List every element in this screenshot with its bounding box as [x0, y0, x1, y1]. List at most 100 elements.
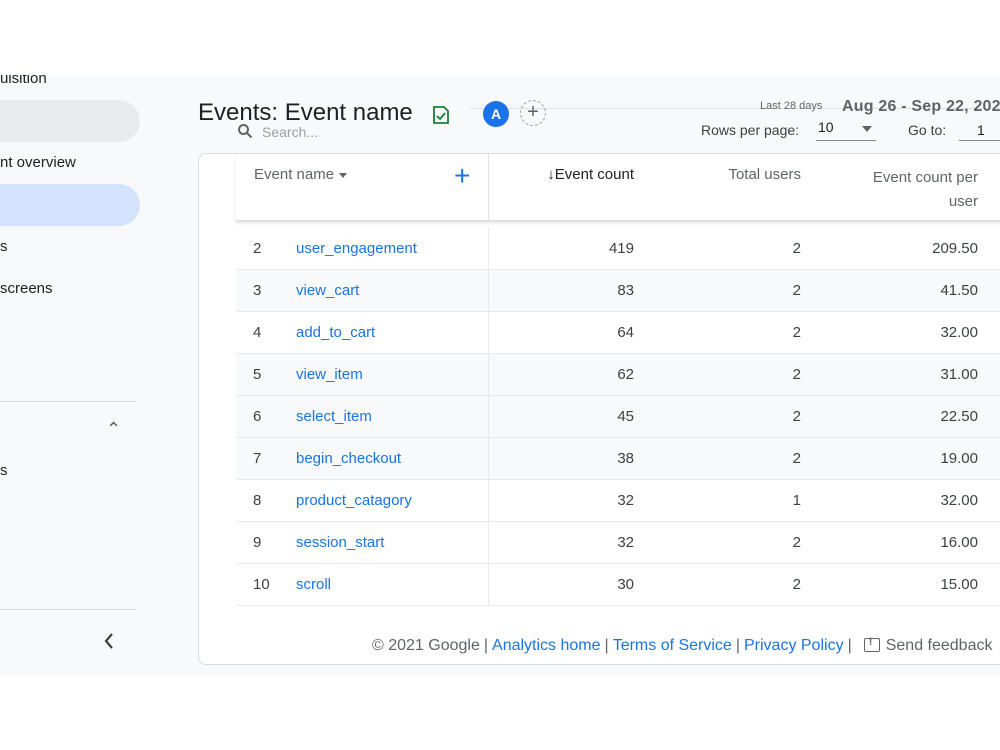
table-row[interactable]: 4 add_to_cart 64 2 32.00 — [236, 312, 1000, 354]
event-count-per-user-value: 31.00 — [940, 366, 978, 383]
event-count-per-user-value: 32.00 — [940, 324, 978, 341]
event-count-value: 419 — [608, 240, 634, 257]
sidebar: uisition nt overview s screens ⌃ s — [0, 75, 150, 675]
table-row[interactable]: 3 view_cart 83 2 41.50 — [236, 270, 1000, 312]
event-name-link[interactable]: session_start — [296, 522, 384, 563]
privacy-policy-link[interactable]: Privacy Policy — [744, 637, 844, 654]
total-users-value: 2 — [792, 240, 801, 257]
sidebar-item-events-selected[interactable] — [0, 184, 140, 226]
sidebar-divider — [0, 401, 136, 402]
row-index: 2 — [253, 240, 262, 257]
column-divider — [488, 480, 489, 521]
total-users-value: 2 — [792, 450, 801, 467]
column-divider — [488, 270, 489, 311]
sidebar-item-highlighted[interactable] — [0, 100, 140, 142]
table-row[interactable]: 10 scroll 30 2 15.00 — [236, 564, 1000, 606]
sidebar-item-monetization[interactable]: s — [0, 462, 8, 479]
event-count-per-user-value: 209.50 — [932, 240, 978, 257]
event-name-link[interactable]: view_cart — [296, 270, 359, 311]
table-header: Event name + ↓Event count Total users Ev… — [236, 154, 1000, 221]
sort-descending-icon: ↓ — [547, 166, 555, 183]
column-header-event-name[interactable]: Event name — [254, 166, 348, 183]
collapse-sidebar-icon[interactable] — [103, 632, 115, 650]
table-row[interactable]: 7 begin_checkout 38 2 19.00 — [236, 438, 1000, 480]
event-count-value: 62 — [617, 366, 634, 383]
event-name-link[interactable]: add_to_cart — [296, 312, 375, 353]
footer: © 2021 Google | Analytics home | Terms of Se… — [372, 636, 993, 655]
event-name-link[interactable]: product_catagory — [296, 480, 412, 521]
rows-per-page-label: Rows per page: — [701, 122, 800, 138]
event-count-per-user-value: 19.00 — [940, 450, 978, 467]
event-count-value: 32 — [617, 534, 634, 551]
table-row[interactable]: 9 session_start 32 2 16.00 — [236, 522, 1000, 564]
goto-label: Go to: — [908, 122, 947, 138]
sidebar-item-pages-screens[interactable]: screens — [0, 280, 53, 297]
row-index: 7 — [253, 450, 262, 467]
table-row[interactable]: 8 product_catagory 32 1 32.00 — [236, 480, 1000, 522]
sidebar-item-acquisition[interactable]: uisition — [0, 75, 47, 87]
rows-per-page-value: 10 — [818, 119, 834, 135]
event-count-value: 83 — [617, 282, 634, 299]
add-dimension-button[interactable]: + — [454, 162, 470, 190]
event-name-link[interactable]: scroll — [296, 564, 331, 605]
event-count-per-user-value: 32.00 — [940, 492, 978, 509]
event-name-link[interactable]: user_engagement — [296, 228, 417, 269]
column-divider — [488, 312, 489, 353]
event-count-value: 64 — [617, 324, 634, 341]
column-header-total-users[interactable]: Total users — [728, 166, 801, 183]
sidebar-item-conversions[interactable]: s — [0, 238, 8, 255]
row-index: 3 — [253, 282, 262, 299]
table-row[interactable]: 5 view_item 62 2 31.00 — [236, 354, 1000, 396]
analytics-app: uisition nt overview s screens ⌃ s Event… — [0, 75, 1000, 675]
analytics-home-link[interactable]: Analytics home — [492, 637, 601, 654]
rows-per-page-select[interactable]: 10 — [816, 119, 876, 141]
terms-of-service-link[interactable]: Terms of Service — [613, 637, 732, 654]
row-index: 9 — [253, 534, 262, 551]
dimension-dropdown-icon — [339, 172, 348, 178]
table-row[interactable]: 2 user_engagement 419 2 209.50 — [236, 228, 1000, 270]
column-divider — [488, 522, 489, 563]
row-index: 8 — [253, 492, 262, 509]
row-index: 10 — [253, 576, 270, 593]
total-users-value: 2 — [792, 534, 801, 551]
column-header-event-count-per-user[interactable]: Event count per user — [873, 166, 978, 214]
comparison-avatar[interactable]: A — [483, 101, 509, 127]
column-divider — [488, 396, 489, 437]
sidebar-item-engagement-overview[interactable]: nt overview — [0, 154, 76, 171]
copyright-text: © 2021 Google — [372, 637, 480, 654]
total-users-value: 2 — [792, 324, 801, 341]
column-divider — [488, 354, 489, 395]
event-name-link[interactable]: view_item — [296, 354, 363, 395]
total-users-value: 2 — [792, 282, 801, 299]
total-users-value: 2 — [792, 366, 801, 383]
table-row[interactable]: 6 select_item 45 2 22.50 — [236, 396, 1000, 438]
event-count-per-user-value: 22.50 — [940, 408, 978, 425]
send-feedback-button[interactable]: Send feedback — [886, 637, 993, 654]
goto-page-input[interactable] — [959, 119, 1000, 141]
column-divider — [488, 438, 489, 479]
dropdown-caret-icon — [862, 126, 872, 132]
date-range-label: Last 28 days — [760, 100, 823, 112]
event-name-link[interactable]: select_item — [296, 396, 372, 437]
column-divider — [488, 154, 489, 220]
row-index: 5 — [253, 366, 262, 383]
total-users-value: 1 — [792, 492, 801, 509]
sidebar-divider-bottom — [0, 609, 136, 610]
column-header-event-count[interactable]: ↓Event count — [547, 166, 634, 183]
date-range-picker[interactable]: Aug 26 - Sep 22, 2021 — [842, 98, 1000, 116]
event-count-per-user-value: 41.50 — [940, 282, 978, 299]
event-count-value: 45 — [617, 408, 634, 425]
event-count-value: 30 — [617, 576, 634, 593]
row-index: 4 — [253, 324, 262, 341]
total-users-value: 2 — [792, 576, 801, 593]
add-comparison-button[interactable]: + — [520, 100, 546, 126]
column-divider — [488, 564, 489, 605]
events-table-card: Event name + ↓Event count Total users Ev… — [198, 153, 1000, 665]
event-name-link[interactable]: begin_checkout — [296, 438, 401, 479]
chevron-up-icon[interactable]: ⌃ — [106, 420, 121, 438]
event-count-value: 38 — [617, 450, 634, 467]
search-input[interactable] — [262, 122, 472, 142]
feedback-icon — [863, 636, 880, 652]
column-divider — [488, 228, 489, 269]
event-count-per-user-value: 16.00 — [940, 534, 978, 551]
